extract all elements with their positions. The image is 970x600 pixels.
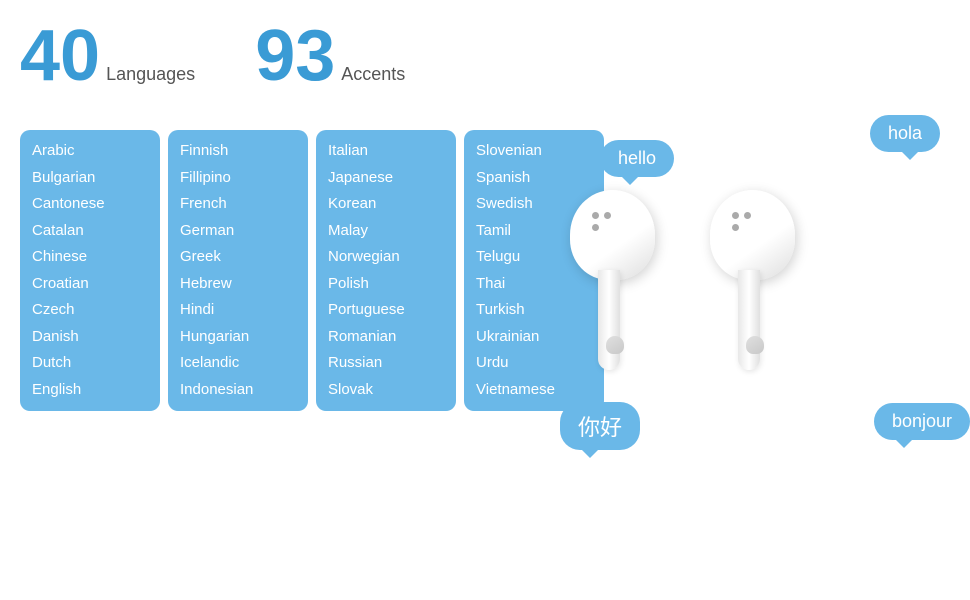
list-item: Hungarian: [180, 326, 296, 349]
left-pod: [570, 190, 655, 280]
list-item: French: [180, 193, 296, 216]
list-item: Japanese: [328, 167, 444, 190]
language-column-2: Finnish Fillipino French German Greek He…: [168, 130, 308, 411]
right-pod: [710, 190, 795, 280]
list-item: Slovak: [328, 379, 444, 402]
hello-bubble: hello: [600, 140, 674, 177]
stats-row: 40 Languages 93 Accents: [20, 20, 950, 92]
hola-text: hola: [888, 123, 922, 143]
list-item: Malay: [328, 220, 444, 243]
right-earbud: [700, 190, 810, 390]
languages-area: Arabic Bulgarian Cantonese Catalan Chine…: [20, 130, 604, 411]
dot: [732, 224, 739, 231]
list-item: Arabic: [32, 140, 148, 163]
languages-number: 40: [20, 20, 100, 92]
list-item: Finnish: [180, 140, 296, 163]
list-item: English: [32, 379, 148, 402]
earbuds-area: hello hola 你好 bonjour: [540, 110, 970, 570]
list-item: Korean: [328, 193, 444, 216]
list-item: Catalan: [32, 220, 148, 243]
list-item: Chinese: [32, 246, 148, 269]
accents-label: Accents: [341, 64, 405, 85]
list-item: Norwegian: [328, 246, 444, 269]
list-item: Fillipino: [180, 167, 296, 190]
list-item: Italian: [328, 140, 444, 163]
list-item: Dutch: [32, 352, 148, 375]
language-column-1: Arabic Bulgarian Cantonese Catalan Chine…: [20, 130, 160, 411]
list-item: Polish: [328, 273, 444, 296]
list-item: German: [180, 220, 296, 243]
list-item: Croatian: [32, 273, 148, 296]
dot: [592, 212, 599, 219]
list-item: Danish: [32, 326, 148, 349]
accents-stat: 93 Accents: [255, 20, 405, 92]
bonjour-bubble: bonjour: [874, 403, 970, 440]
right-stem: [738, 270, 760, 370]
list-item: Czech: [32, 299, 148, 322]
list-item: Cantonese: [32, 193, 148, 216]
list-item: Indonesian: [180, 379, 296, 402]
hola-bubble: hola: [870, 115, 940, 152]
pod-dots: [592, 212, 611, 231]
nihao-bubble: 你好: [560, 402, 640, 450]
list-item: Icelandic: [180, 352, 296, 375]
right-tip: [746, 336, 764, 354]
list-item: Hebrew: [180, 273, 296, 296]
earbuds-container: [560, 190, 810, 390]
pod-dots: [732, 212, 751, 231]
language-column-3: Italian Japanese Korean Malay Norwegian …: [316, 130, 456, 411]
list-item: Russian: [328, 352, 444, 375]
list-item: Romanian: [328, 326, 444, 349]
languages-stat: 40 Languages: [20, 20, 195, 92]
list-item: Bulgarian: [32, 167, 148, 190]
bonjour-text: bonjour: [892, 411, 952, 431]
accents-number: 93: [255, 20, 335, 92]
languages-label: Languages: [106, 64, 195, 85]
list-item: Portuguese: [328, 299, 444, 322]
dot: [592, 224, 599, 231]
list-item: Greek: [180, 246, 296, 269]
left-earbud: [560, 190, 670, 390]
left-stem: [598, 270, 620, 370]
hello-text: hello: [618, 148, 656, 168]
dot: [744, 212, 751, 219]
left-tip: [606, 336, 624, 354]
dot: [604, 212, 611, 219]
dot: [732, 212, 739, 219]
list-item: Hindi: [180, 299, 296, 322]
nihao-text: 你好: [578, 415, 622, 440]
main-container: 40 Languages 93 Accents Arabic Bulgarian…: [0, 0, 970, 600]
